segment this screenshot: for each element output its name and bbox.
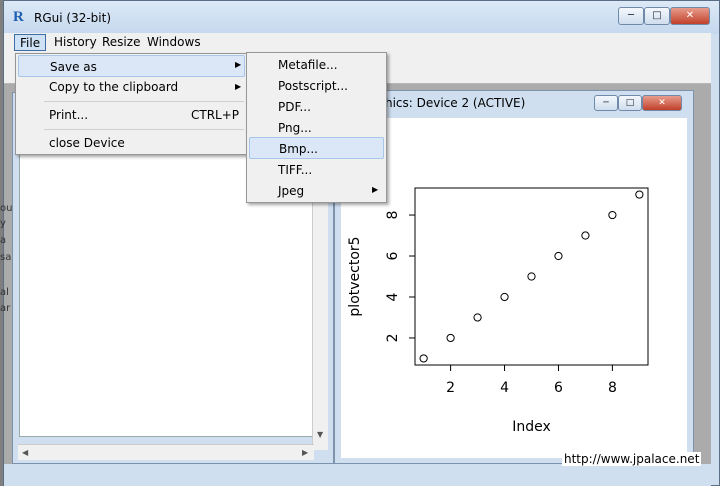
data-points [419, 190, 644, 363]
submenu-item-jpeg[interactable]: Jpeg [249, 180, 384, 202]
y-tick-label: 6 [385, 251, 401, 260]
close-button[interactable]: ✕ [670, 7, 710, 25]
submenu-item-bmp[interactable]: Bmp... [249, 137, 384, 159]
y-tick-label: 2 [385, 333, 401, 342]
menu-item-close-device[interactable]: close Device [18, 132, 245, 154]
submenu-item-tiff[interactable]: TIFF... [249, 159, 384, 181]
scroll-right-icon[interactable]: ▶ [302, 448, 308, 457]
menu-resize[interactable]: Resize [97, 34, 145, 51]
menu-separator [44, 101, 244, 102]
title-bar[interactable]: R RGui (32-bit) ─ □ ✕ [4, 1, 719, 34]
y-tick-label: 8 [385, 211, 401, 220]
menu-windows[interactable]: Windows [142, 34, 206, 51]
window-title: RGui (32-bit) [34, 11, 112, 25]
data-point [473, 313, 482, 322]
x-axis-label: Index [512, 419, 551, 435]
maximize-button[interactable]: □ [644, 7, 670, 25]
graphics-maximize-button[interactable]: □ [618, 95, 642, 111]
minimize-button[interactable]: ─ [618, 7, 644, 25]
menu-item-save-as[interactable]: Save as [18, 55, 245, 77]
bleed-text: y [0, 218, 6, 229]
bleed-text: sa [0, 252, 12, 263]
y-axis-label: plotvector5 [347, 236, 363, 316]
scroll-down-icon[interactable]: ▼ [317, 430, 323, 439]
r-logo-icon: R [13, 9, 24, 25]
save-as-submenu: Metafile... Postscript... PDF... Png... … [246, 52, 387, 203]
menu-bar: File History Resize Windows [4, 33, 711, 52]
submenu-item-pdf[interactable]: PDF... [249, 96, 384, 118]
data-point [527, 272, 536, 281]
y-axis: 2 4 6 8 [385, 211, 415, 342]
console-horizontal-scrollbar[interactable]: ◀ ▶ [18, 444, 314, 460]
bleed-text: a [0, 235, 7, 246]
data-point [581, 231, 590, 240]
plot-area: 2 4 6 8 2 4 6 8 Index plotvector5 [341, 118, 687, 458]
menu-file[interactable]: File [14, 34, 47, 51]
menu-item-label: Print... [49, 108, 89, 122]
plot-frame [414, 187, 649, 366]
submenu-item-metafile[interactable]: Metafile... [249, 54, 384, 76]
menu-item-label: Copy to the clipboard [49, 80, 179, 94]
watermark-text: http://www.jpalace.net [562, 452, 702, 466]
data-point [419, 354, 428, 363]
data-point [554, 251, 563, 261]
x-tick-label: 4 [500, 380, 509, 396]
submenu-arrow-icon: ▶ [235, 82, 242, 91]
menu-item-copy-to-clipboard[interactable]: Copy to the clipboard [18, 76, 245, 98]
scroll-left-icon[interactable]: ◀ [22, 448, 28, 457]
file-menu-dropdown: Save as ▶ Copy to the clipboard ▶ Print.… [15, 53, 248, 155]
bleed-text: ar [0, 303, 11, 314]
x-tick-label: 2 [446, 380, 455, 396]
menu-item-label: close Device [49, 136, 125, 150]
bleed-text: ou [0, 203, 13, 214]
submenu-arrow-icon: ▶ [235, 60, 242, 69]
data-point [635, 190, 644, 199]
x-tick-label: 8 [608, 380, 617, 396]
bleed-text: al [0, 287, 9, 298]
graphics-minimize-button[interactable]: ─ [594, 95, 618, 111]
data-point [608, 210, 617, 220]
submenu-arrow-icon: ▶ [372, 185, 379, 194]
data-point [446, 333, 455, 343]
menu-separator [44, 129, 244, 130]
menu-history[interactable]: History [49, 34, 102, 51]
submenu-item-png[interactable]: Png... [249, 117, 384, 139]
x-tick-label: 6 [554, 380, 563, 396]
data-point [500, 292, 509, 302]
scatter-plot: 2 4 6 8 2 4 6 8 Index plotvector5 [347, 187, 649, 435]
submenu-item-postscript[interactable]: Postscript... [249, 75, 384, 97]
graphics-window-title: aphics: Device 2 (ACTIVE) [370, 96, 526, 110]
x-axis: 2 4 6 8 [446, 365, 617, 396]
status-bar [4, 464, 711, 486]
print-shortcut: CTRL+P [191, 108, 240, 122]
graphics-close-button[interactable]: ✕ [642, 95, 682, 111]
menu-item-label: Save as [50, 60, 97, 74]
y-tick-label: 4 [385, 292, 401, 301]
